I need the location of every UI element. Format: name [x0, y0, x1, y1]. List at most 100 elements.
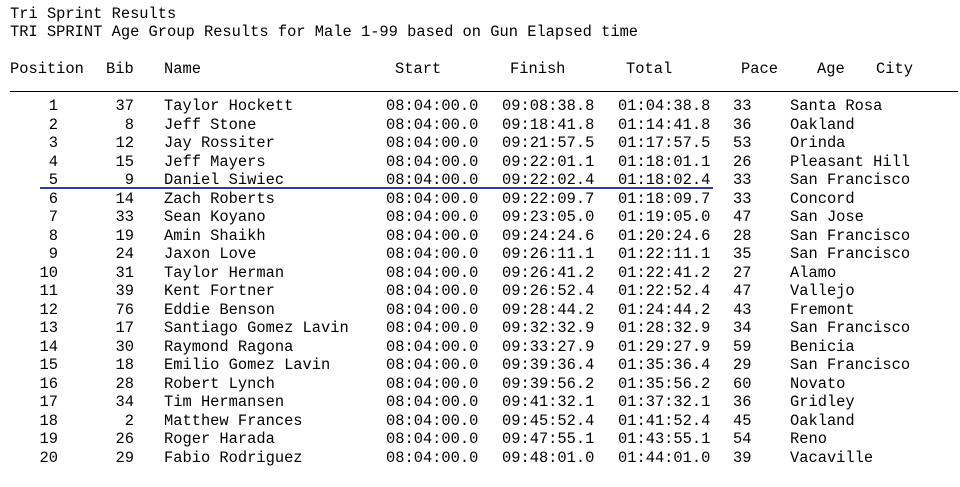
- table-row: 4 15 Jeff Mayers 08:04:00.0 09:22:01.1 01:18:…: [0, 153, 960, 172]
- header-finish: Finish: [510, 60, 566, 78]
- header-age: Age: [817, 60, 845, 78]
- cell-city: Santa Rosa: [790, 97, 883, 115]
- table-row: 6 14 Zach Roberts 08:04:00.0 09:22:09.7 01:18…: [0, 190, 960, 209]
- cell-bib: 34: [115, 393, 134, 411]
- cell-total: 01:44:01.0: [618, 448, 711, 467]
- cell-total: 01:37:32.1: [618, 393, 711, 411]
- cell-start: 08:04:00.0: [386, 115, 479, 134]
- cell-finish: 09:33:27.9: [502, 337, 595, 356]
- cell-name: Jeff Mayers: [164, 152, 266, 171]
- cell-position: 15: [39, 356, 58, 374]
- cell-name: Eddie Benson: [164, 300, 275, 319]
- cell-position: 11: [39, 282, 58, 300]
- cell-position: 19: [39, 430, 58, 448]
- cell-start: 08:04:00.0: [386, 263, 479, 282]
- cell-bib: 14: [115, 189, 134, 208]
- table-row: 18 2 Matthew Frances 08:04:00.0 09:45:52.4 01…: [0, 412, 960, 431]
- cell-total: 01:14:41.8: [618, 115, 711, 134]
- cell-age: 26: [733, 152, 752, 171]
- cell-total: 01:35:36.4: [618, 356, 711, 374]
- cell-name: Kent Fortner: [164, 282, 275, 300]
- cell-start: 08:04:00.0: [386, 393, 479, 411]
- cell-finish: 09:32:32.9: [502, 319, 595, 337]
- cell-name: Amin Shaikh: [164, 226, 266, 245]
- cell-finish: 09:18:41.8: [502, 115, 595, 134]
- cell-name: Taylor Hockett: [164, 97, 294, 115]
- cell-bib: 29: [115, 448, 134, 467]
- cell-start: 08:04:00.0: [386, 337, 479, 356]
- cell-finish: 09:48:01.0: [502, 448, 595, 467]
- highlight-separator-line: [40, 187, 713, 189]
- cell-bib: 8: [124, 115, 134, 134]
- cell-position: 18: [39, 411, 58, 430]
- cell-position: 16: [39, 374, 58, 393]
- cell-total: 01:29:27.9: [618, 337, 711, 356]
- cell-total: 01:24:44.2: [618, 300, 711, 319]
- table-row: 17 34 Tim Hermansen 08:04:00.0 09:41:32.1 01:…: [0, 393, 960, 412]
- cell-name: Fabio Rodriguez: [164, 448, 303, 467]
- cell-city: Vallejo: [790, 282, 855, 300]
- cell-position: 3: [48, 134, 58, 152]
- cell-total: 01:19:05.0: [618, 208, 711, 226]
- cell-name: Taylor Herman: [164, 263, 285, 282]
- cell-total: 01:22:41.2: [618, 263, 711, 282]
- cell-age: 35: [733, 245, 752, 263]
- cell-start: 08:04:00.0: [386, 208, 479, 226]
- cell-age: 29: [733, 356, 752, 374]
- cell-start: 08:04:00.0: [386, 319, 479, 337]
- cell-age: 33: [733, 97, 752, 115]
- cell-start: 08:04:00.0: [386, 189, 479, 208]
- cell-name: Zach Roberts: [164, 189, 275, 208]
- header-start: Start: [395, 60, 442, 78]
- cell-name: Santiago Gomez Lavin: [164, 319, 349, 337]
- cell-bib: 19: [115, 226, 134, 245]
- cell-age: 36: [733, 393, 752, 411]
- cell-age: 28: [733, 226, 752, 245]
- cell-bib: 15: [115, 152, 134, 171]
- cell-start: 08:04:00.0: [386, 152, 479, 171]
- cell-age: 45: [733, 411, 752, 430]
- cell-city: Novato: [790, 374, 846, 393]
- cell-position: 14: [39, 337, 58, 356]
- cell-start: 08:04:00.0: [386, 374, 479, 393]
- cell-bib: 18: [115, 356, 134, 374]
- cell-age: 34: [733, 319, 752, 337]
- cell-start: 08:04:00.0: [386, 356, 479, 374]
- cell-total: 01:04:38.8: [618, 97, 711, 115]
- cell-bib: 12: [115, 134, 134, 152]
- cell-start: 08:04:00.0: [386, 245, 479, 263]
- cell-total: 01:35:56.2: [618, 374, 711, 393]
- header-position: Position: [10, 60, 84, 78]
- table-row: 2 8 Jeff Stone 08:04:00.0 09:18:41.8 01:14:41…: [0, 116, 960, 135]
- cell-city: Pleasant Hill: [790, 152, 911, 171]
- cell-start: 08:04:00.0: [386, 134, 479, 152]
- table-row: 1 37 Taylor Hockett 08:04:00.0 09:08:38.8 01:…: [0, 97, 960, 116]
- cell-total: 01:22:11.1: [618, 245, 711, 263]
- cell-age: 27: [733, 263, 752, 282]
- cell-position: 7: [48, 208, 58, 226]
- table-row: 15 18 Emilio Gomez Lavin 08:04:00.0 09:39:36…: [0, 356, 960, 375]
- cell-age: 47: [733, 282, 752, 300]
- cell-finish: 09:22:01.1: [502, 152, 595, 171]
- cell-finish: 09:08:38.8: [502, 97, 595, 115]
- cell-bib: 39: [115, 282, 134, 300]
- header-city: City: [876, 60, 913, 78]
- cell-name: Jay Rossiter: [164, 134, 275, 152]
- cell-position: 12: [39, 300, 58, 319]
- cell-total: 01:18:01.1: [618, 152, 711, 171]
- header-name: Name: [164, 60, 201, 78]
- cell-age: 47: [733, 208, 752, 226]
- cell-name: Jaxon Love: [164, 245, 257, 263]
- cell-age: 33: [733, 189, 752, 208]
- cell-city: Oakland: [790, 115, 855, 134]
- cell-city: San Francisco: [790, 356, 911, 374]
- page-subtitle: TRI SPRINT Age Group Results for Male 1-…: [10, 23, 639, 41]
- header-pace: Pace: [741, 60, 778, 78]
- cell-city: Benicia: [790, 337, 855, 356]
- cell-name: Emilio Gomez Lavin: [164, 356, 331, 374]
- cell-start: 08:04:00.0: [386, 97, 479, 115]
- cell-finish: 09:24:24.6: [502, 226, 595, 245]
- cell-city: San Francisco: [790, 171, 911, 189]
- cell-finish: 09:26:52.4: [502, 282, 595, 300]
- cell-position: 10: [39, 263, 58, 282]
